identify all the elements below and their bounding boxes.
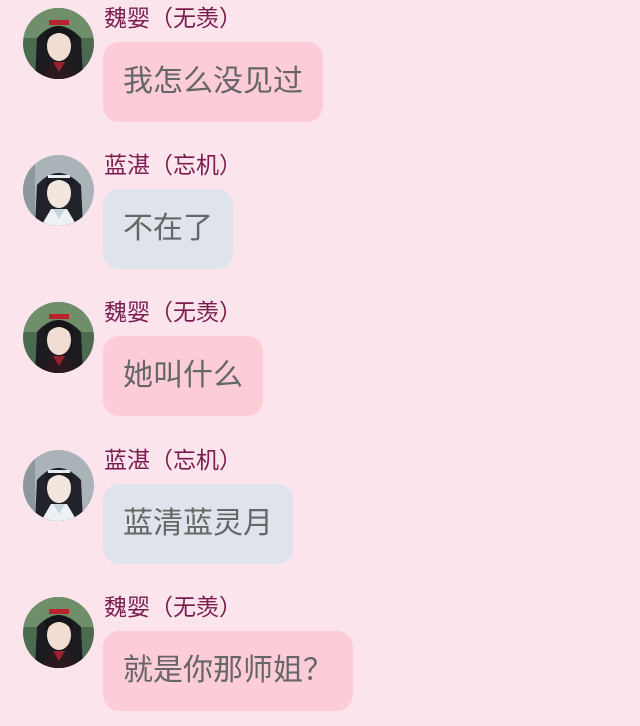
sender-name: 魏婴（无羡） (104, 6, 242, 32)
sender-name: 魏婴（无羡） (104, 300, 242, 326)
wei-ying-avatar[interactable] (23, 8, 94, 79)
message-bubble[interactable]: 不在了 (103, 189, 233, 269)
lan-zhan-avatar[interactable] (23, 450, 94, 521)
message-bubble[interactable]: 就是你那师姐？ (103, 631, 353, 711)
sender-name: 魏婴（无羡） (104, 595, 242, 621)
lan-zhan-avatar[interactable] (23, 155, 94, 226)
message-bubble[interactable]: 我怎么没见过 (103, 42, 323, 122)
sender-name: 蓝湛（忘机） (104, 448, 242, 474)
sender-name: 蓝湛（忘机） (104, 153, 242, 179)
wei-ying-avatar[interactable] (23, 597, 94, 668)
wei-ying-avatar[interactable] (23, 302, 94, 373)
message-bubble[interactable]: 她叫什么 (103, 336, 263, 416)
message-bubble[interactable]: 蓝清蓝灵月 (103, 484, 293, 564)
